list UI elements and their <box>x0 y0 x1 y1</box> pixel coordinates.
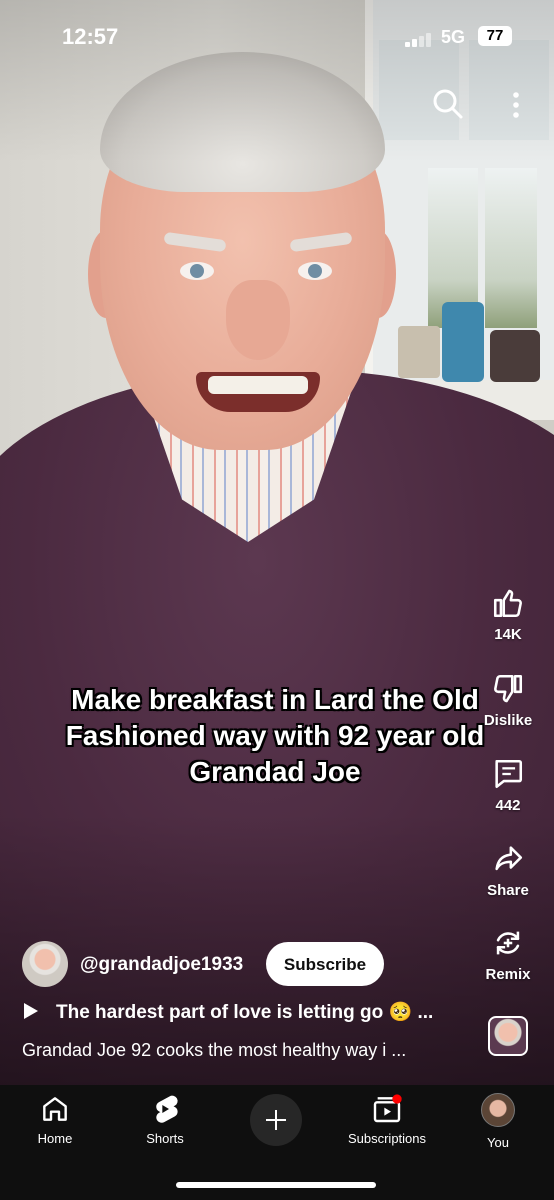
video-description[interactable]: Grandad Joe 92 cooks the most healthy wa… <box>22 1040 472 1061</box>
status-time: 12:57 <box>62 24 119 49</box>
shorts-video-player[interactable] <box>0 0 554 1085</box>
signal-icon <box>405 33 435 47</box>
comment-icon <box>495 759 523 789</box>
thumbs-down-icon <box>494 674 523 703</box>
home-indicator[interactable] <box>176 1182 376 1188</box>
search-icon[interactable] <box>432 88 464 120</box>
share-button[interactable]: Share <box>476 842 540 899</box>
comment-count: 442 <box>495 797 521 814</box>
remix-label: Remix <box>485 966 531 983</box>
play-icon <box>24 1003 38 1019</box>
like-button[interactable]: 14K <box>476 586 540 643</box>
share-icon <box>495 846 523 871</box>
more-vert-icon[interactable] <box>506 90 526 120</box>
home-icon <box>43 1097 67 1121</box>
thumbs-up-icon <box>493 589 522 618</box>
subscribe-button[interactable]: Subscribe <box>266 942 384 986</box>
share-label: Share <box>487 882 529 899</box>
nav-subscriptions[interactable]: Subscriptions <box>337 1093 437 1146</box>
comments-button[interactable]: 442 <box>476 757 540 814</box>
remix-icon <box>496 931 520 955</box>
user-avatar <box>481 1093 515 1127</box>
dislike-button[interactable]: Dislike <box>476 672 540 729</box>
nav-home[interactable]: Home <box>5 1093 105 1146</box>
playlist-link[interactable]: The hardest part of love is letting go 🥺… <box>24 1000 464 1024</box>
dislike-label: Dislike <box>483 712 533 729</box>
nav-shorts[interactable]: Shorts <box>115 1093 215 1146</box>
channel-handle[interactable]: @grandadjoe1933 <box>80 954 243 976</box>
sound-remix-thumbnail[interactable] <box>488 1016 528 1056</box>
subscriptions-icon <box>373 1094 402 1123</box>
status-bar: 12:57 5G 77 <box>0 0 554 70</box>
remix-button[interactable]: Remix <box>476 926 540 983</box>
video-caption-overlay: Make breakfast in Lard the Old Fashioned… <box>65 684 485 787</box>
playlist-title: The hardest part of love is letting go 🥺… <box>56 1002 434 1023</box>
battery-icon: 77 <box>478 26 512 46</box>
like-count: 14K <box>494 626 522 643</box>
shorts-icon <box>156 1095 178 1123</box>
create-button[interactable] <box>250 1094 302 1146</box>
network-type: 5G <box>441 27 466 47</box>
nav-you[interactable]: You <box>448 1093 548 1150</box>
channel-avatar[interactable] <box>22 941 68 987</box>
